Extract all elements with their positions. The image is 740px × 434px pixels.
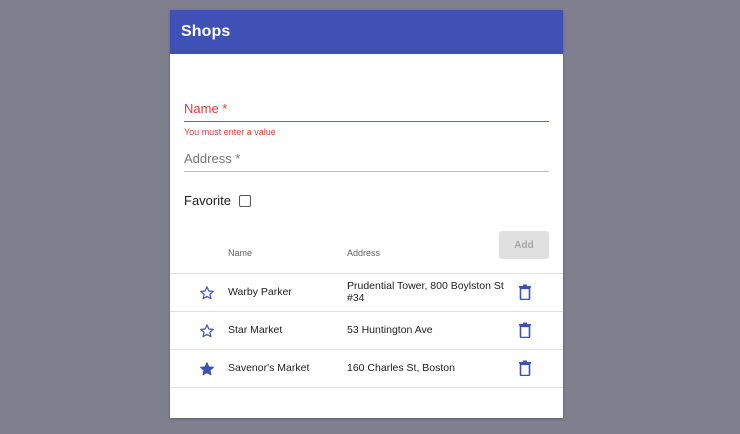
star-filled-icon[interactable]	[199, 361, 215, 377]
trash-icon[interactable]	[518, 322, 532, 338]
page-title: Shops	[181, 23, 231, 40]
trash-icon[interactable]	[518, 284, 532, 300]
name-field-label: Name *	[184, 101, 228, 116]
row-name: Star Market	[228, 324, 283, 336]
row-address: 53 Huntington Ave	[347, 324, 433, 336]
favorite-option[interactable]: Favorite	[184, 193, 251, 208]
name-error-message: You must enter a value	[184, 127, 276, 137]
address-field-label: Address *	[184, 151, 241, 166]
row-address: 160 Charles St, Boston	[347, 362, 455, 374]
shop-form: Name * You must enter a value Address * …	[170, 54, 563, 259]
row-name: Savenor's Market	[228, 362, 310, 374]
star-outline-icon[interactable]	[199, 323, 215, 339]
address-field-underline	[184, 171, 549, 172]
star-outline-icon[interactable]	[199, 285, 215, 301]
name-field[interactable]: Name * You must enter a value	[184, 101, 549, 137]
row-address: Prudential Tower, 800 Boylston St #34	[347, 280, 504, 304]
trash-icon[interactable]	[518, 360, 532, 376]
shops-card: Shops Name * You must enter a value Addr…	[170, 10, 563, 418]
table-row: Savenor's Market 160 Charles St, Boston	[170, 350, 563, 388]
table-row: Star Market 53 Huntington Ave	[170, 312, 563, 350]
column-header-address: Address	[347, 248, 381, 258]
table-row: Warby Parker Prudential Tower, 800 Boyls…	[170, 274, 563, 312]
favorite-checkbox[interactable]	[238, 194, 251, 207]
name-field-underline	[184, 121, 549, 122]
column-header-name: Name	[228, 248, 253, 258]
address-field[interactable]: Address *	[184, 151, 549, 172]
app-toolbar: Shops	[170, 10, 563, 54]
row-name: Warby Parker	[228, 286, 292, 298]
favorite-label: Favorite	[184, 193, 231, 208]
shops-table: Name Address Warby Parker Prudential Tow…	[170, 242, 563, 388]
table-header: Name Address	[170, 242, 563, 274]
